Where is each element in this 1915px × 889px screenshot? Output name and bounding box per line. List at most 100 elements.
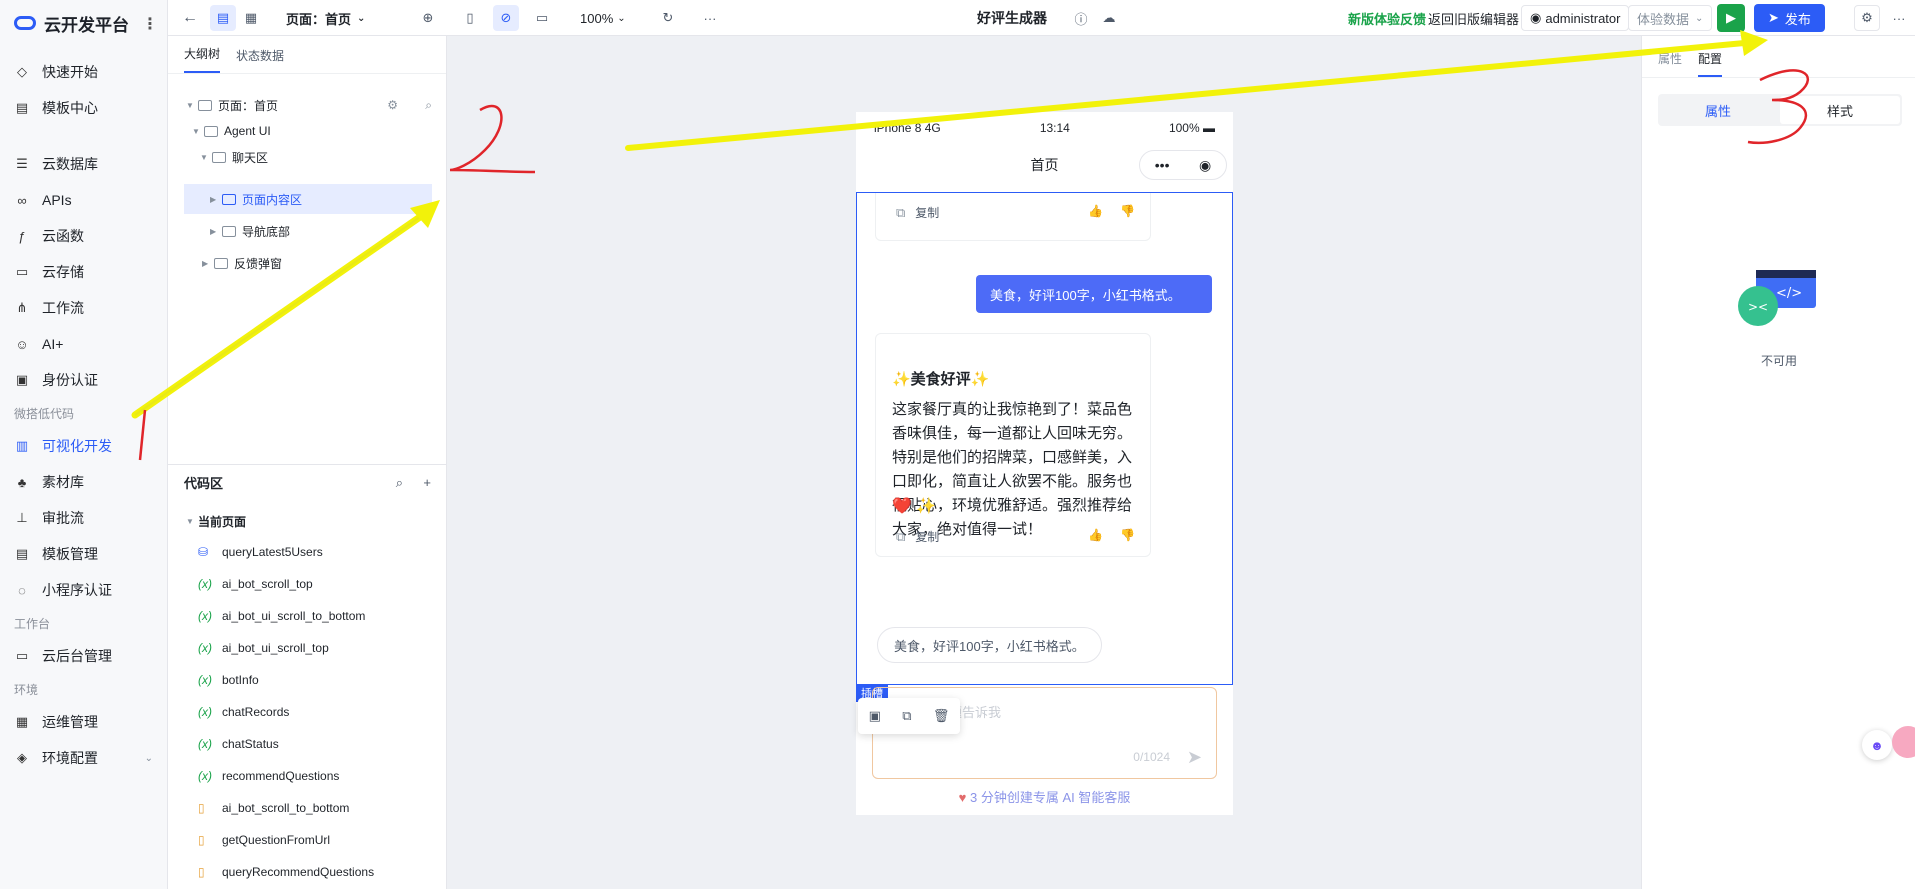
layout-view-icon[interactable]: ▦ (238, 5, 264, 31)
back-old-editor-link[interactable]: 返回旧版编辑器 (1428, 0, 1519, 36)
nav-item-ai[interactable]: ☺ AI+ (0, 326, 167, 362)
thumbs-down-icon[interactable]: 👎 (1120, 528, 1135, 542)
code-item-label: ai_bot_ui_scroll_to_bottom (222, 609, 366, 623)
miniprogram-icon: ◌ (18, 582, 26, 598)
code-group-current-page[interactable]: ▼ 当前页面 (186, 506, 246, 536)
nav-item-env-config[interactable]: ◈ 环境配置 ⌄ (0, 740, 167, 776)
miniprogram-capsule[interactable]: ••• ◉ (1139, 150, 1227, 180)
search-icon[interactable]: ⌕ (425, 98, 432, 113)
settings-icon[interactable]: ⚙ (387, 98, 398, 112)
page-content-area[interactable]: ⧉ 复制 👍 👎 美食，好评100字，小红书格式。 ✨美食好评✨ 这家餐厅真的让我… (856, 192, 1233, 685)
nav-label: 模板管理 (42, 546, 98, 562)
code-item[interactable]: (x) ai_bot_ui_scroll_top (198, 632, 329, 664)
add-icon[interactable]: + (423, 475, 431, 490)
tab-config[interactable]: 配置 (1698, 50, 1723, 77)
cloud-sync-icon[interactable]: ☁ (1096, 5, 1122, 31)
code-item[interactable]: ⛁ queryLatest5Users (198, 536, 323, 568)
code-item[interactable]: ▯ ai_bot_scroll_to_bottom (198, 792, 349, 824)
copy-icon[interactable]: ⧉ (902, 708, 911, 724)
code-item[interactable]: (x) ai_bot_scroll_top (198, 568, 313, 600)
code-item[interactable]: (x) chatRecords (198, 696, 289, 728)
code-item[interactable]: (x) chatStatus (198, 728, 279, 760)
code-item[interactable]: (x) recommendQuestions (198, 760, 339, 792)
page-view-icon[interactable]: ▤ (210, 5, 236, 31)
nav-item-approval[interactable]: ⊥ 审批流 (0, 500, 167, 536)
feedback-link[interactable]: 新版体验反馈 (1348, 0, 1426, 36)
tab-outline-tree[interactable]: 大纲树 (184, 45, 221, 73)
seg-attributes[interactable]: 属性 (1658, 94, 1778, 126)
close-target-icon[interactable]: ◉ (1199, 157, 1211, 174)
phone-canvas: iPhone 8 4G 13:14 100% ▬ 首页 ••• ◉ ⧉ 复制 👍 👎… (856, 112, 1233, 815)
back-arrow-icon[interactable]: ← (182, 0, 198, 36)
code-item[interactable]: ▯ queryRecommendQuestions (198, 856, 374, 888)
more-dots-icon[interactable]: ••• (1155, 157, 1170, 173)
run-button[interactable]: ▶ (1717, 4, 1745, 32)
tree-node-label: 页面内容区 (242, 192, 303, 207)
search-icon[interactable]: ⌕ (396, 475, 403, 491)
seg-style[interactable]: 样式 (1780, 96, 1900, 124)
new-page-icon[interactable]: ⊕ (415, 5, 441, 31)
nav-item-materials[interactable]: ♣ 素材库 (0, 464, 167, 500)
nav-item-database[interactable]: ☰ 云数据库 (0, 146, 167, 182)
user-menu[interactable]: ◉ administrator (1521, 5, 1630, 31)
tab-state-data[interactable]: 状态数据 (236, 47, 284, 73)
tree-node-page-content[interactable]: ▶ 页面内容区 (210, 184, 430, 214)
nav-item-functions[interactable]: ƒ 云函数 (0, 218, 167, 254)
nav-label: 快速开始 (42, 64, 98, 80)
code-item[interactable]: (x) ai_bot_ui_scroll_to_bottom (198, 600, 365, 632)
assistant-bot-icon[interactable]: ☻ (1862, 730, 1892, 760)
send-icon[interactable]: ➤ (1187, 747, 1202, 768)
thumbs-up-icon[interactable]: 👍 (1088, 528, 1103, 542)
nav-item-quickstart[interactable]: ◇ 快速开始 (0, 54, 167, 90)
thumbs-up-icon[interactable]: 👍 (1088, 204, 1103, 218)
nav-item-ops[interactable]: ▦ 运维管理 (0, 704, 167, 740)
more-horizontal-icon[interactable]: ··· (1886, 5, 1912, 31)
page-select[interactable]: 页面：首页 ⌄ (286, 0, 365, 36)
more-vertical-icon[interactable]: ⋮ (142, 14, 158, 34)
data-select[interactable]: 体验数据 ⌄ (1628, 5, 1713, 31)
nav-item-apis[interactable]: ∞ APIs (0, 182, 167, 218)
bot-message-card: ✨美食好评✨ 这家餐厅真的让我惊艳到了！菜品色香味俱佳，每一道都让人回味无穷。特… (875, 333, 1151, 557)
save-icon[interactable]: ▣ (869, 708, 881, 724)
rocket-icon: ◇ (17, 64, 27, 79)
tree-node-feedback-modal[interactable]: ▶ 反馈弹窗 (202, 248, 432, 278)
nav-item-template-manage[interactable]: ▤ 模板管理 (0, 536, 167, 572)
nav-item-backend[interactable]: ▭ 云后台管理 (0, 638, 167, 674)
tree-node-chat-area[interactable]: ▼ 聊天区 (200, 142, 450, 172)
create-ai-cs-link[interactable]: ♥ 3 分钟创建专属 AI 智能客服 (856, 787, 1233, 806)
miniprogram-preview-icon[interactable]: ⊘ (493, 5, 519, 31)
publish-button[interactable]: ➤ 发布 (1754, 4, 1825, 32)
nav-item-templates[interactable]: ▤ 模板中心 (0, 90, 167, 126)
recommend-question-chip[interactable]: 美食，好评100字，小红书格式。 (877, 627, 1102, 663)
tree-node-label: 聊天区 (232, 150, 269, 165)
nav-item-miniprogram[interactable]: ◌ 小程序认证 (0, 572, 167, 608)
code-item[interactable]: (x) botInfo (198, 664, 259, 696)
floating-helper-icon[interactable] (1892, 726, 1915, 758)
function-file-icon: ▯ (198, 833, 205, 847)
tab-props[interactable]: 属性 (1658, 50, 1682, 77)
more-horizontal-icon[interactable]: ··· (697, 5, 723, 31)
code-item[interactable]: ▯ getQuestionFromUrl (198, 824, 330, 856)
delete-icon[interactable]: 🗑 (933, 708, 950, 724)
thumbs-down-icon[interactable]: 👎 (1120, 204, 1135, 218)
info-icon[interactable]: ⓘ (1068, 5, 1094, 31)
tree-node-nav-bottom[interactable]: ▶ 导航底部 (210, 216, 430, 246)
nav-item-workflow[interactable]: ⋔ 工作流 (0, 290, 167, 326)
nav-item-storage[interactable]: ▭ 云存储 (0, 254, 167, 290)
refresh-icon[interactable]: ↻ (655, 5, 681, 31)
nav-item-visual-dev[interactable]: ▥ 可视化开发 (0, 428, 167, 464)
copy-button[interactable]: ⧉ 复制 (896, 204, 939, 221)
tree-node-label: Agent UI (224, 124, 271, 138)
zoom-select[interactable]: 100% ⌄ (580, 0, 626, 36)
function-file-icon: ▯ (198, 801, 205, 815)
nav-section-workbench: 工作台 (14, 616, 51, 631)
mobile-preview-icon[interactable]: ▯ (457, 5, 483, 31)
nav-label: 云后台管理 (42, 648, 112, 664)
bot-message-body: 这家餐厅真的让我惊艳到了！菜品色香味俱佳，每一道都让人回味无穷。特别是他们的招牌… (892, 401, 1133, 538)
code-area-header: 代码区 ⌕ + (168, 464, 447, 500)
copy-button[interactable]: ⧉ 复制 (896, 528, 939, 545)
nav-item-auth[interactable]: ▣ 身份认证 (0, 362, 167, 398)
carrier: iPhone 8 4G (874, 121, 941, 135)
settings-icon[interactable]: ⚙ (1854, 5, 1880, 31)
desktop-preview-icon[interactable]: ▭ (529, 5, 555, 31)
